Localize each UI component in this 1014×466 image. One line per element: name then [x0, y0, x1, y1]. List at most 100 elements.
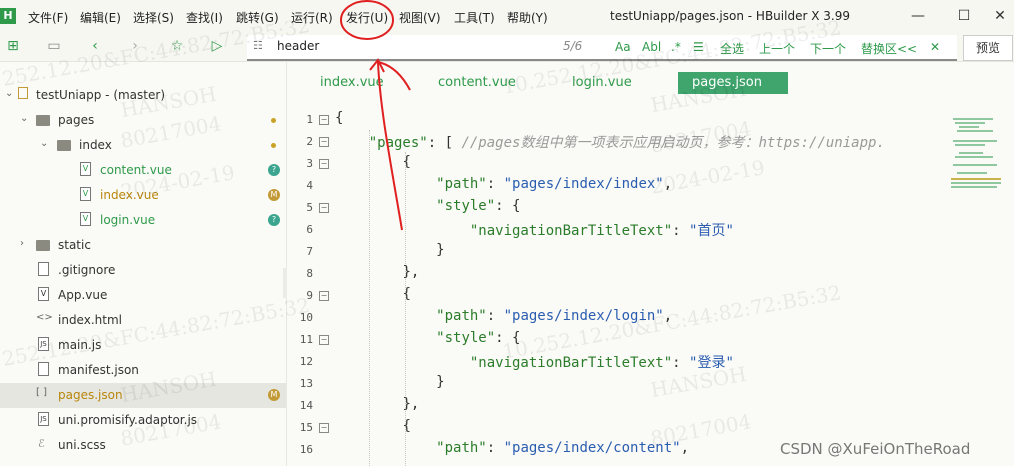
project-explorer: ⌄ testUniapp - (master) ⌄ pages ⌄ index …	[0, 62, 287, 466]
tree-file-index-html[interactable]: <> index.html	[0, 308, 286, 333]
code-line-2: "pages": [ //pages数组中第一项表示应用启动页，参考：https…	[368, 135, 885, 151]
tree-file-index-vue[interactable]: V index.vue M	[0, 183, 286, 208]
minimap-line	[953, 164, 997, 166]
menu-publish[interactable]: 发行(U)	[346, 9, 388, 26]
menu-help[interactable]: 帮助(Y)	[507, 9, 548, 26]
chevron-right-icon: ›	[20, 238, 24, 249]
chevron-down-icon: ⌄	[40, 138, 49, 149]
forward-icon[interactable]: ›	[126, 37, 144, 55]
minimize-icon[interactable]: —	[908, 6, 928, 26]
json-key: "navigationBarTitleText"	[469, 355, 673, 371]
tree-label: manifest.json	[58, 363, 139, 377]
minimap-line	[951, 186, 997, 188]
code-line-15: {	[402, 418, 411, 434]
code-line-5: "style": {	[436, 198, 521, 214]
code-line-1: {	[335, 110, 344, 126]
tree-label: content.vue	[100, 163, 172, 177]
tab-login-vue[interactable]: login.vue	[558, 72, 646, 94]
close-window-icon[interactable]: ✕	[990, 6, 1010, 26]
tree-file-manifest-json[interactable]: manifest.json	[0, 358, 286, 383]
tree-file-app-vue[interactable]: V App.vue	[0, 283, 286, 308]
search-input[interactable]: header	[277, 39, 319, 53]
fold-icon[interactable]: −	[319, 423, 329, 433]
line-number: 10	[299, 311, 313, 324]
close-find-icon[interactable]: ✕	[930, 40, 940, 54]
tree-file-uni-scss[interactable]: ℰ uni.scss	[0, 433, 286, 458]
minimap-line	[953, 118, 993, 120]
new-file-icon[interactable]: ⊞	[4, 37, 22, 55]
tab-content-vue[interactable]: content.vue	[424, 72, 530, 94]
tree-file-main-js[interactable]: JS main.js	[0, 333, 286, 358]
json-key: "style"	[436, 330, 496, 346]
search-icon: ☷	[253, 39, 263, 52]
fold-icon[interactable]: −	[319, 137, 329, 147]
match-case-toggle[interactable]: Aa	[615, 40, 631, 54]
tree-label: testUniapp - (master)	[36, 88, 165, 102]
regex-toggle[interactable]: .*	[671, 40, 681, 54]
project-icon	[18, 87, 28, 99]
minimap-line	[955, 144, 985, 146]
find-next-button[interactable]: 下一个	[810, 40, 846, 57]
maximize-icon[interactable]: ☐	[954, 6, 974, 26]
fold-icon[interactable]: −	[319, 291, 329, 301]
tree-file-promisify-js[interactable]: JS uni.promisify.adaptor.js	[0, 408, 286, 433]
json-file-icon	[38, 362, 49, 376]
tree-label: pages.json	[58, 388, 123, 402]
modified-dot	[271, 118, 276, 123]
code-line-14: },	[402, 396, 420, 412]
menu-find[interactable]: 查找(I)	[186, 9, 223, 26]
json-string: "首页"	[689, 223, 734, 239]
window-title: testUniapp/pages.json - HBuilder X 3.99	[610, 9, 850, 23]
menu-view[interactable]: 视图(V)	[399, 9, 441, 26]
modified-badge: M	[268, 189, 280, 201]
folder-icon	[36, 240, 50, 251]
json-key: "pages"	[368, 135, 428, 151]
fold-icon[interactable]: −	[319, 203, 329, 213]
code-line-12: "navigationBarTitleText": "登录"	[469, 355, 734, 371]
tree-file-gitignore[interactable]: .gitignore	[0, 258, 286, 283]
json-key: "path"	[436, 308, 487, 324]
back-icon[interactable]: ‹	[86, 37, 104, 55]
code-editor[interactable]: 1 − { 2 − "pages": [ //pages数组中第一项表示应用启动…	[287, 100, 947, 466]
menu-goto[interactable]: 跳转(G)	[236, 9, 279, 26]
menu-tools[interactable]: 工具(T)	[454, 9, 495, 26]
json-string: "pages/index/content"	[503, 440, 681, 456]
run-icon[interactable]: ▷	[208, 37, 226, 55]
save-icon[interactable]: ▭	[45, 37, 63, 55]
select-all-button[interactable]: 全选	[720, 40, 744, 57]
menu-edit[interactable]: 编辑(E)	[80, 9, 121, 26]
vue-file-icon: V	[80, 212, 91, 226]
menu-run[interactable]: 运行(R)	[291, 9, 333, 26]
menu-file[interactable]: 文件(F)	[28, 9, 68, 26]
tree-folder-index[interactable]: ⌄ index	[0, 133, 286, 158]
preview-button[interactable]: 预览	[963, 35, 1013, 61]
replace-toggle-button[interactable]: 替换区<<	[861, 40, 917, 57]
minimap-line	[955, 156, 993, 158]
tree-folder-static[interactable]: › static	[0, 233, 286, 258]
line-number: 5	[306, 201, 313, 214]
in-selection-toggle[interactable]: ☰	[693, 40, 704, 54]
find-prev-button[interactable]: 上一个	[759, 40, 795, 57]
code-line-16: "path": "pages/index/content",	[436, 440, 690, 456]
fold-icon[interactable]: −	[319, 115, 329, 125]
tab-pages-json[interactable]: pages.json	[678, 72, 788, 94]
tree-project-root[interactable]: ⌄ testUniapp - (master)	[0, 83, 286, 108]
minimap[interactable]	[947, 100, 1014, 466]
tree-file-pages-json[interactable]: [ ] pages.json M	[0, 383, 286, 408]
html-file-icon: <>	[36, 312, 53, 323]
menu-select[interactable]: 选择(S)	[133, 9, 174, 26]
json-string: "登录"	[689, 355, 734, 371]
tree-folder-pages[interactable]: ⌄ pages	[0, 108, 286, 133]
whole-word-toggle[interactable]: Abl	[642, 40, 661, 54]
line-number: 2	[306, 135, 313, 148]
tree-file-content-vue[interactable]: V content.vue ?	[0, 158, 286, 183]
fold-icon[interactable]: −	[319, 335, 329, 345]
code-line-10: "path": "pages/index/login",	[436, 308, 673, 324]
minimap-line	[957, 172, 987, 174]
tab-index-vue[interactable]: index.vue	[306, 72, 398, 94]
tree-file-login-vue[interactable]: V login.vue ?	[0, 208, 286, 233]
untracked-badge: ?	[268, 214, 280, 226]
star-icon[interactable]: ☆	[168, 37, 186, 55]
fold-icon[interactable]: −	[319, 159, 329, 169]
untracked-badge: ?	[268, 164, 280, 176]
